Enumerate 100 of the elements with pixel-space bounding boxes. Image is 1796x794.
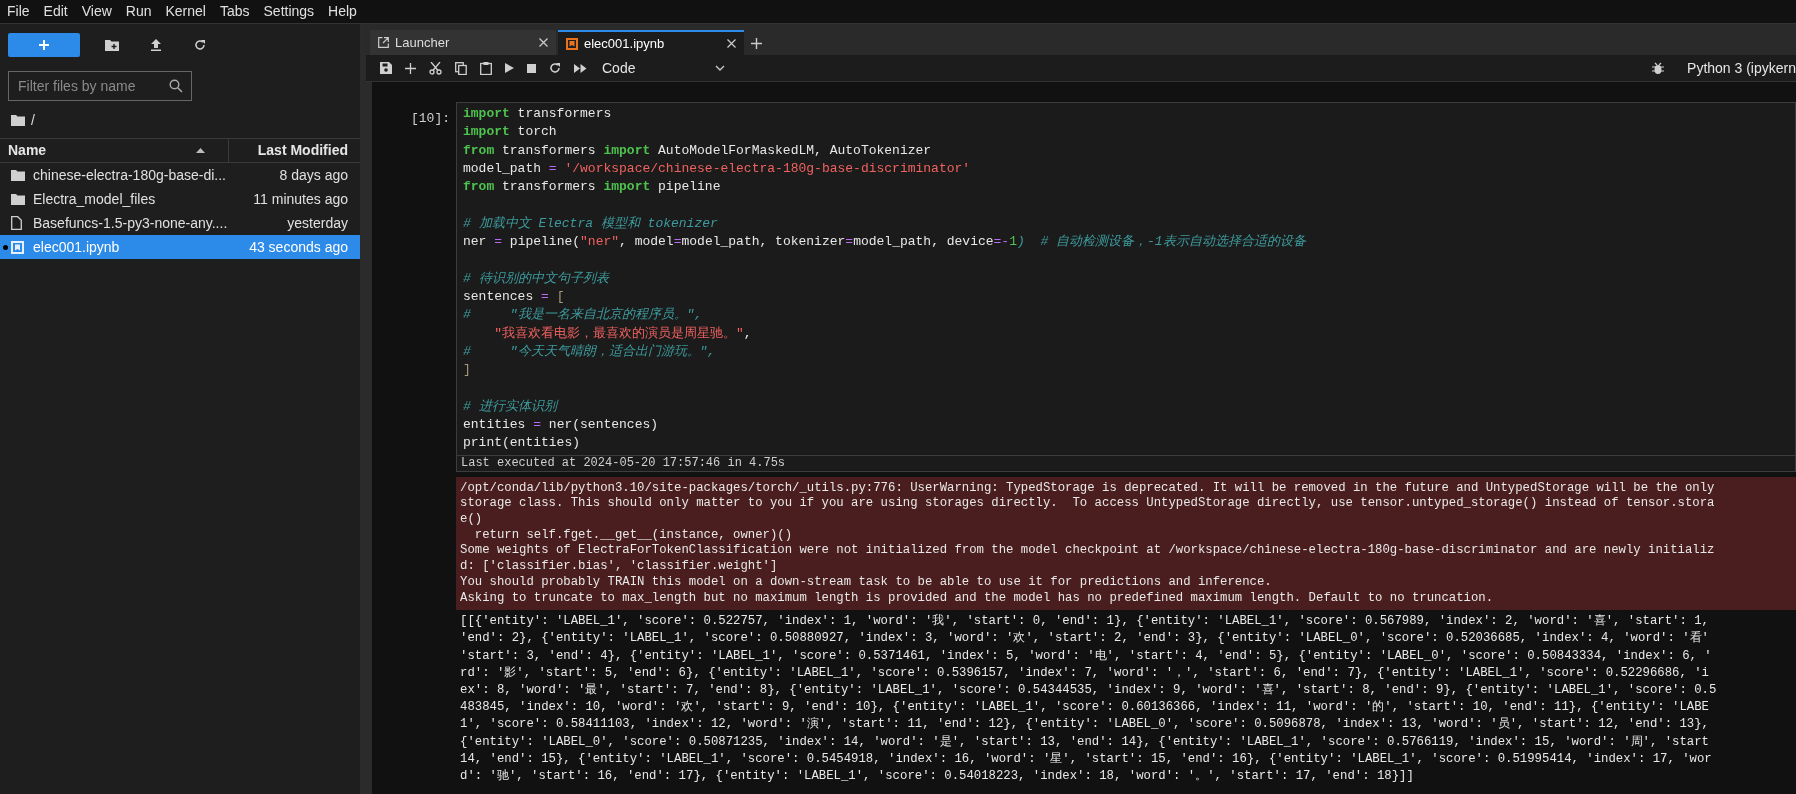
modified-time: 43 seconds ago bbox=[249, 237, 348, 257]
code-line: model_path = '/workspace/chinese-electra-180g-base-discriminator' bbox=[463, 159, 972, 178]
cut-button[interactable] bbox=[429, 61, 442, 75]
last-modified-column-header[interactable]: Last Modified bbox=[257, 142, 348, 158]
insert-cell-button[interactable] bbox=[405, 62, 416, 74]
file-name: elec001.ipynb bbox=[33, 237, 121, 257]
output-line: rd': '影', 'start': 5, 'end': 6}, {'entity': 'LABEL_1', 'score': 0.5396157, 'index': 7, 'word': '，', 'start': 6, 'end': 7}, {'entity': 'LABEL_1', 'score': 0.52296686, 'i bbox=[460, 664, 1710, 682]
output-line: 'end': 2}, {'entity': 'LABEL_1', 'score': 0.50880927, 'index': 3, 'word': '欢', 'start': 2, 'end': 3}, {'entity': 'LABEL_0', 'score': 0.52036685, 'index': 4, 'word': '看' bbox=[460, 630, 1710, 648]
stop-icon bbox=[527, 63, 536, 73]
file-row[interactable]: Basefuncs-1.5-py3-none-any.... yesterday bbox=[0, 211, 360, 235]
kernel-name[interactable]: Python 3 (ipykern bbox=[1677, 57, 1796, 79]
warning-line: return self.fget.__get__(instance, owner)() bbox=[473, 527, 794, 544]
file-name: chinese-electra-180g-base-di... bbox=[33, 165, 227, 185]
output-line: 1', 'score': 0.58411103, 'index': 12, 'word': '演', 'start': 11, 'end': 12}, {'entity': 'LABEL_0', 'score': 0.5096878, 'index': 13, 'word': '员', 'start': 12, 'end': 13}, bbox=[460, 716, 1710, 734]
output-line: ex': 8, 'word': '最', 'start': 7, 'end': 8}, {'entity': 'LABEL_1', 'score': 0.54344535, 'index': 9, 'word': '喜', 'start': 8, 'end': 9}, {'entity': 'LABEL_1', 'score': 0.5 bbox=[460, 682, 1718, 700]
filter-field[interactable]: Filter files by name bbox=[8, 71, 192, 101]
modified-time: 11 minutes ago bbox=[253, 189, 348, 209]
launcher-icon bbox=[378, 37, 389, 48]
file-icon bbox=[11, 216, 22, 230]
menu-item[interactable]: Help bbox=[321, 1, 364, 22]
modified-time: 8 days ago bbox=[279, 165, 348, 185]
folder-icon bbox=[11, 114, 25, 126]
notebook-icon bbox=[566, 37, 578, 50]
menu-item[interactable]: File bbox=[0, 1, 37, 22]
warning-line: e() bbox=[460, 512, 484, 528]
output-line: 483845, 'index': 10, 'word': '欢', 'start': 9, 'end': 10}, {'entity': 'LABEL_1', 'score': 0.60136366, 'index': 11, 'word': '的', 'start': 10, 'end': 11}, {'entity': 'LABE bbox=[460, 699, 1710, 717]
paste-button[interactable] bbox=[480, 61, 492, 75]
code-line: sentences = [ bbox=[463, 287, 566, 306]
menu-item[interactable]: Edit bbox=[36, 1, 75, 22]
notebook-tab[interactable]: Launcher bbox=[370, 30, 556, 55]
close-icon bbox=[539, 38, 548, 47]
close-icon bbox=[727, 39, 736, 48]
bug-icon[interactable] bbox=[1652, 61, 1665, 75]
folder-icon bbox=[11, 169, 25, 181]
run-all-button[interactable] bbox=[574, 63, 587, 73]
name-column-header[interactable]: Name bbox=[8, 140, 47, 161]
menu-item[interactable]: Settings bbox=[256, 1, 322, 22]
close-button[interactable] bbox=[539, 38, 548, 47]
play-icon bbox=[505, 63, 514, 73]
scissors-icon bbox=[429, 61, 442, 75]
code-line: print(entities) bbox=[463, 434, 582, 453]
code-line: entities = ner(sentences) bbox=[463, 416, 660, 435]
notebook-icon bbox=[11, 240, 24, 254]
code-line: from transformers import pipeline bbox=[463, 178, 722, 197]
plus-icon bbox=[38, 39, 50, 51]
code-line: import transformers bbox=[463, 105, 613, 123]
fast-forward-icon bbox=[574, 63, 587, 73]
modified-time: yesterday bbox=[287, 213, 348, 233]
copy-button[interactable] bbox=[455, 61, 467, 75]
menu-item[interactable]: Tabs bbox=[212, 1, 257, 22]
code-line: # "今天天气晴朗，适合出门游玩。", bbox=[463, 342, 717, 361]
search-icon bbox=[169, 79, 183, 93]
code-line: # 进行实体识别 bbox=[463, 397, 560, 416]
menu-item[interactable]: View bbox=[74, 1, 119, 22]
file-row[interactable]: chinese-electra-180g-base-di... 8 days ago bbox=[0, 163, 360, 187]
last-executed-text: Last executed at 2024-05-20 17:57:46 in 4.75s bbox=[461, 455, 786, 473]
file-name: Electra_model_files bbox=[33, 189, 157, 209]
file-name: Basefuncs-1.5-py3-none-any.... bbox=[33, 213, 229, 233]
upload-icon bbox=[150, 39, 162, 51]
folder-icon bbox=[11, 193, 25, 205]
output-line: d': '驰', 'start': 16, 'end': 17}, {'entity': 'LABEL_1', 'score': 0.54018223, 'index': 18, 'word': '。', 'start': 17, 'end': 18}]] bbox=[460, 768, 1415, 786]
restart-icon bbox=[549, 62, 561, 74]
code-line: # 待识别的中文句子列表 bbox=[463, 269, 611, 288]
code-line: ] bbox=[463, 361, 472, 380]
restart-button[interactable] bbox=[549, 62, 561, 74]
refresh-icon bbox=[194, 39, 206, 51]
menu-item[interactable]: Kernel bbox=[158, 1, 213, 22]
run-button[interactable] bbox=[505, 63, 514, 73]
file-row[interactable]: Electra_model_files 11 minutes ago bbox=[0, 187, 360, 211]
breadcrumb-path[interactable]: / bbox=[31, 109, 35, 131]
code-line: ner = pipeline("ner", model=model_path, tokenizer=model_path, device=-1) # 自动检测设备，-1表示自动选择合适的设备 bbox=[463, 233, 1307, 252]
output-line: 14, 'end': 15}, {'entity': 'LABEL_1', 'score': 0.5454918, 'index': 16, 'word': '星', 'start': 15, 'end': 16}, {'entity': 'LABEL_1', 'score': 0.51995414, 'index': 17, 'wor bbox=[460, 750, 1713, 768]
new-folder-icon bbox=[105, 39, 119, 51]
close-button[interactable] bbox=[727, 39, 736, 48]
warning-line: Asking to truncate to max_length but no maximum length is provided and the model has no predefined maximum length. Default to no truncation. bbox=[460, 590, 1495, 607]
stop-button[interactable] bbox=[527, 63, 536, 73]
warning-line: Some weights of ElectraForTokenClassification were not initialized from the model checkpoint at /workspace/chinese-electra-180g-base-discriminator and are newly initializ bbox=[460, 543, 1716, 560]
cell-prompt: [10]: bbox=[411, 111, 450, 126]
plus-icon bbox=[405, 62, 416, 74]
sort-ascending-icon bbox=[196, 148, 205, 153]
menu-item[interactable]: Run bbox=[118, 1, 159, 22]
code-line: # 加载中文 Electra 模型和 tokenizer bbox=[463, 214, 719, 233]
caret-icon bbox=[715, 65, 725, 71]
warning-line: /opt/conda/lib/python3.10/site-packages/torch/_utils.py:776: UserWarning: TypedStorage is deprecated. It will be removed in the future and UntypedStorage will be the only bbox=[460, 480, 1716, 497]
save-button[interactable] bbox=[380, 62, 392, 74]
cell-type-dropdown[interactable]: Code bbox=[600, 57, 725, 79]
notebook-tab[interactable]: elec001.ipynb bbox=[558, 30, 744, 55]
code-line: "我喜欢看电影，最喜欢的演员是周星驰。", bbox=[493, 324, 753, 343]
save-icon bbox=[380, 62, 392, 74]
output-line: {'entity': 'LABEL_0', 'score': 0.50871235, 'index': 14, 'word': '是', 'start': 13, 'end': 14}, {'entity': 'LABEL_1', 'score': 0.5766119, 'index': 15, 'word': '周', 'start bbox=[460, 733, 1710, 751]
code-line: # "我是一名来自北京的程序员。", bbox=[463, 306, 704, 325]
new-launcher-button[interactable] bbox=[8, 33, 80, 57]
output-line: [[{'entity': 'LABEL_1', 'score': 0.522757, 'index': 1, 'word': '我', 'start': 0, 'end': 1}, {'entity': 'LABEL_1', 'score': 0.567989, 'index': 2, 'word': '喜', 'start': 1, bbox=[460, 613, 1710, 631]
copy-icon bbox=[455, 61, 467, 75]
code-line: import torch bbox=[463, 123, 558, 142]
output-line: 'start': 3, 'end': 4}, {'entity': 'LABEL_1', 'score': 0.5371461, 'index': 5, 'word': '电', 'start': 4, 'end': 5}, {'entity': 'LABEL_0', 'score': 0.50843334, 'index': 6, ' bbox=[460, 647, 1713, 665]
warning-line: You should probably TRAIN this model on a down-stream task to be able to use it for predictions and inference. bbox=[460, 574, 1273, 591]
clipboard-icon bbox=[480, 61, 492, 75]
file-row[interactable]: elec001.ipynb 43 seconds ago bbox=[0, 235, 360, 259]
code-cell-editor[interactable] bbox=[456, 102, 1796, 456]
